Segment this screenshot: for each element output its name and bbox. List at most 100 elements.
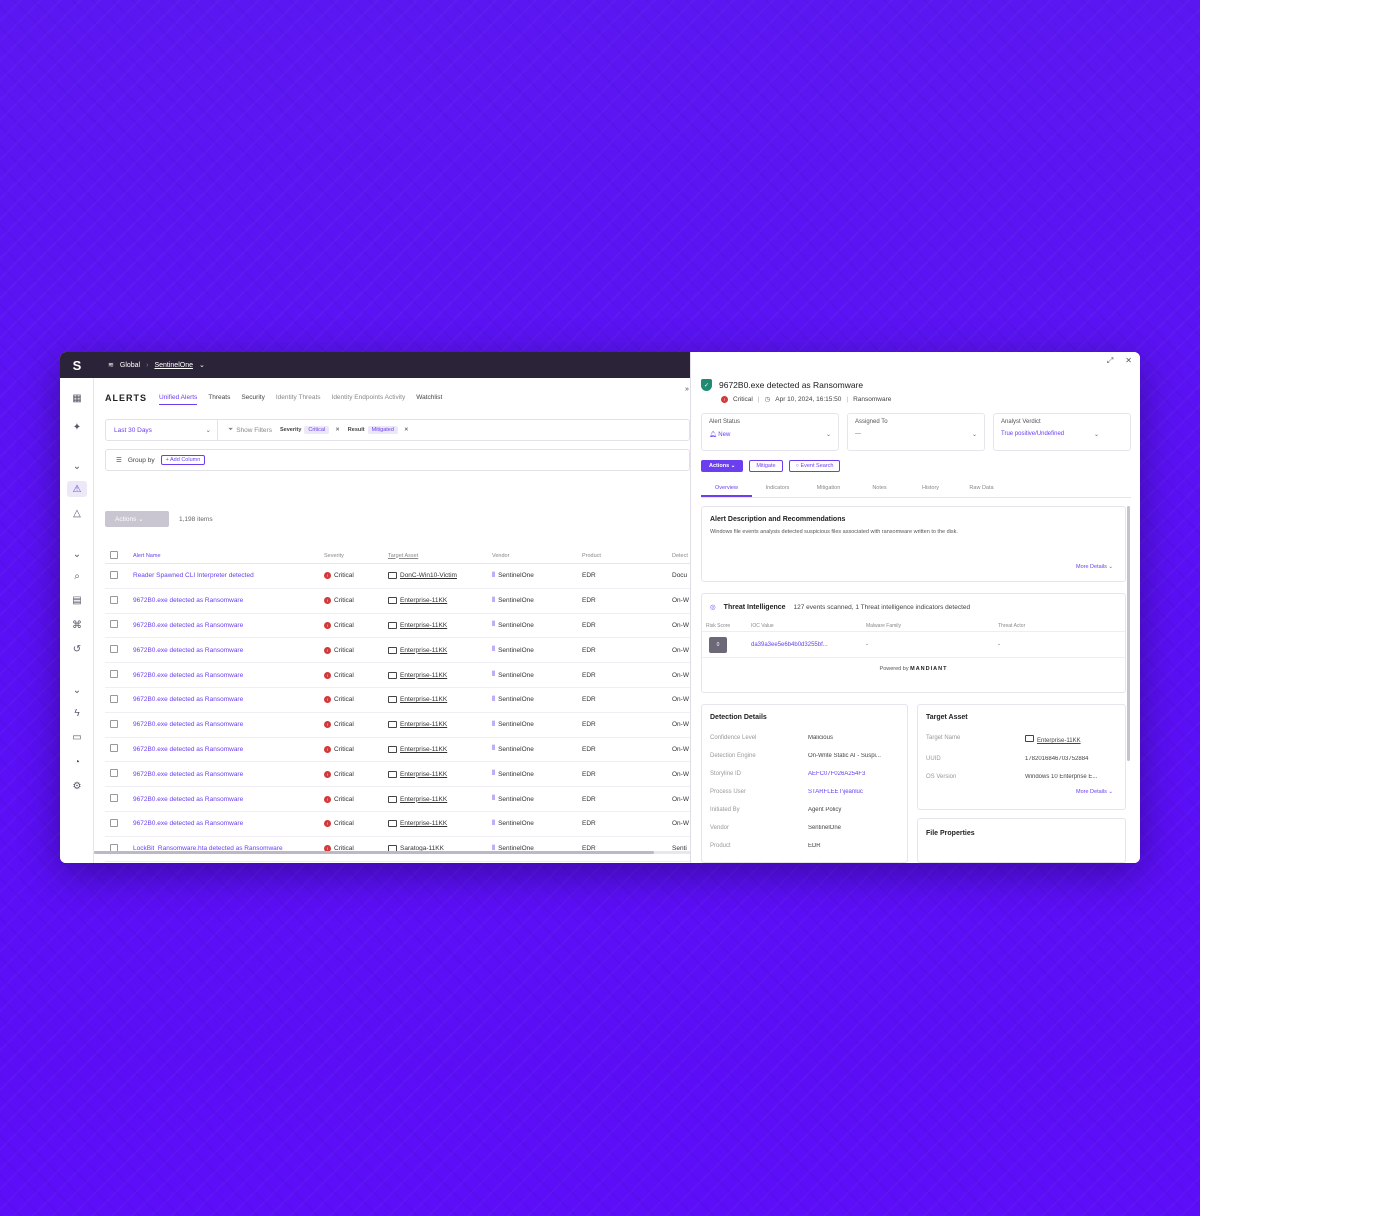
target-asset-cell[interactable]: Enterprise-11KK bbox=[388, 745, 492, 753]
table-row[interactable]: Reader Spawned CLI Interpreter detected!… bbox=[105, 564, 690, 589]
tab-threats[interactable]: Threats bbox=[208, 394, 230, 405]
row-checkbox[interactable] bbox=[110, 818, 118, 827]
tab-security[interactable]: Security bbox=[241, 394, 264, 405]
alert-name-link[interactable]: 9672B0.exe detected as Ransomware bbox=[133, 696, 324, 703]
scope-site[interactable]: SentinelOne bbox=[154, 362, 193, 369]
row-checkbox[interactable] bbox=[110, 645, 118, 654]
more-details-link[interactable]: More Details ⌄ bbox=[1076, 564, 1113, 570]
target-asset-cell[interactable]: Enterprise-11KK bbox=[388, 597, 492, 605]
row-checkbox[interactable] bbox=[110, 570, 118, 579]
table-row[interactable]: 9672B0.exe detected as Ransomware!Critic… bbox=[105, 614, 690, 639]
table-row[interactable]: LockBit_Ransomware.hta detected as Ranso… bbox=[105, 837, 690, 862]
tab-unified-alerts[interactable]: Unified Alerts bbox=[159, 394, 198, 405]
column-header[interactable]: Alert Name bbox=[133, 553, 324, 559]
alert-status-select[interactable]: Alert Status 🔔︎ New ⌄ bbox=[701, 413, 839, 451]
detail-value[interactable]: STARFLEET\jeanluc bbox=[808, 789, 899, 795]
warning-icon[interactable]: △ bbox=[67, 505, 87, 521]
pie-icon[interactable]: ◔ bbox=[67, 754, 87, 770]
table-row[interactable]: 9672B0.exe detected as Ransomware!Critic… bbox=[105, 738, 690, 763]
expand-icon[interactable]: ⤢ bbox=[1107, 356, 1113, 366]
alert-name-link[interactable]: 9672B0.exe detected as Ransomware bbox=[133, 746, 324, 753]
table-row[interactable]: 9672B0.exe detected as Ransomware!Critic… bbox=[105, 787, 690, 812]
date-range-select[interactable]: Last 30 Days ⌄ bbox=[106, 420, 218, 440]
gear-icon[interactable]: ⚙ bbox=[67, 778, 87, 794]
target-value[interactable]: Enterprise-11KK bbox=[1025, 735, 1117, 744]
show-filters-button[interactable]: Show Filters bbox=[236, 427, 272, 434]
actions-button[interactable]: Actions ⌄ bbox=[105, 511, 169, 527]
table-row[interactable]: 9672B0.exe detected as Ransomware!Critic… bbox=[105, 663, 690, 688]
table-row[interactable]: 9672B0.exe detected as Ransomware!Critic… bbox=[105, 812, 690, 837]
row-checkbox[interactable] bbox=[110, 769, 118, 778]
history-icon[interactable]: ↺ bbox=[67, 641, 87, 657]
table-row[interactable]: 9672B0.exe detected as Ransomware!Critic… bbox=[105, 862, 690, 863]
select-all-checkbox[interactable] bbox=[110, 550, 118, 559]
target-asset-cell[interactable]: Enterprise-11KK bbox=[388, 721, 492, 729]
column-header[interactable]: Target Asset bbox=[388, 553, 492, 559]
alert-name-link[interactable]: 9672B0.exe detected as Ransomware bbox=[133, 672, 324, 679]
close-icon[interactable]: ✕ bbox=[335, 427, 340, 433]
scope-global[interactable]: Global bbox=[120, 362, 140, 369]
table-row[interactable]: 9672B0.exe detected as Ransomware!Critic… bbox=[105, 713, 690, 738]
row-checkbox[interactable] bbox=[110, 620, 118, 629]
graph-icon[interactable]: ⌘ bbox=[67, 617, 87, 633]
chevron-down-icon[interactable]: ⌄ bbox=[67, 682, 87, 698]
target-asset-cell[interactable]: Enterprise-11KK bbox=[388, 646, 492, 654]
mitigate-button[interactable]: Mitigate bbox=[749, 460, 783, 472]
chevron-down-icon[interactable]: ⌄ bbox=[199, 361, 205, 369]
row-checkbox[interactable] bbox=[110, 670, 118, 679]
column-header[interactable]: Detect bbox=[672, 553, 690, 559]
more-details-link[interactable]: More Details ⌄ bbox=[1076, 789, 1113, 795]
panel-scrollbar[interactable] bbox=[1127, 506, 1130, 761]
column-header[interactable]: Severity bbox=[324, 553, 388, 559]
ioc-value[interactable]: da39a3ee5e6b4b0d3255bf... bbox=[751, 642, 866, 648]
sentinelone-logo-icon[interactable]: S bbox=[60, 352, 94, 378]
panel-tab-notes[interactable]: Notes bbox=[854, 485, 905, 497]
panel-tab-history[interactable]: History bbox=[905, 485, 956, 497]
detail-value[interactable]: AEFC07F026A254F3 bbox=[808, 771, 899, 777]
filter-chip[interactable]: Severity Critical ✕ bbox=[280, 426, 340, 434]
assigned-to-select[interactable]: Assigned To --- ⌄ bbox=[847, 413, 985, 451]
panel-tab-raw-data[interactable]: Raw Data bbox=[956, 485, 1007, 497]
close-icon[interactable]: ✕ bbox=[404, 427, 409, 433]
table-row[interactable]: 9672B0.exe detected as Ransomware!Critic… bbox=[105, 762, 690, 788]
row-checkbox[interactable] bbox=[110, 744, 118, 753]
panel-actions-button[interactable]: Actions ⌄ bbox=[701, 460, 744, 472]
alerts-icon[interactable]: ⚠ bbox=[67, 481, 87, 497]
row-checkbox[interactable] bbox=[110, 694, 118, 703]
chevron-down-icon[interactable]: ⌄ bbox=[67, 458, 87, 474]
table-row[interactable]: 9672B0.exe detected as Ransomware!Critic… bbox=[105, 638, 690, 664]
dashboard-icon[interactable]: ▦ bbox=[67, 390, 87, 406]
search-icon[interactable]: ⌕ bbox=[67, 568, 87, 584]
panel-tab-mitigation[interactable]: Mitigation bbox=[803, 485, 854, 497]
alert-name-link[interactable]: 9672B0.exe detected as Ransomware bbox=[133, 597, 324, 604]
horizontal-scrollbar[interactable] bbox=[94, 851, 690, 854]
device-icon[interactable]: ▭ bbox=[67, 729, 87, 745]
row-checkbox[interactable] bbox=[110, 794, 118, 803]
panel-tab-overview[interactable]: Overview bbox=[701, 485, 752, 497]
bolt-icon[interactable]: ϟ bbox=[67, 705, 87, 721]
chevron-down-icon[interactable]: ⌄ bbox=[67, 546, 87, 562]
ai-sparkle-icon[interactable]: ✦ bbox=[67, 419, 87, 435]
panel-tab-indicators[interactable]: Indicators bbox=[752, 485, 803, 497]
add-column-button[interactable]: + Add Column bbox=[160, 455, 206, 465]
tab-identity-threats[interactable]: Identity Threats bbox=[276, 394, 321, 405]
target-asset-cell[interactable]: Enterprise-11KK bbox=[388, 696, 492, 704]
target-asset-cell[interactable]: Enterprise-11KK bbox=[388, 770, 492, 778]
alert-name-link[interactable]: 9672B0.exe detected as Ransomware bbox=[133, 721, 324, 728]
filter-chip[interactable]: Result Mitigated ✕ bbox=[348, 426, 409, 434]
target-asset-cell[interactable]: Enterprise-11KK bbox=[388, 795, 492, 803]
alert-name-link[interactable]: 9672B0.exe detected as Ransomware bbox=[133, 796, 324, 803]
target-asset-cell[interactable]: DonC-Win10-Victim bbox=[388, 572, 492, 580]
alert-name-link[interactable]: 9672B0.exe detected as Ransomware bbox=[133, 622, 324, 629]
tab-identity-endpoints-activity[interactable]: Identity Endpoints Activity bbox=[332, 394, 406, 405]
event-search-button[interactable]: ○ Event Search bbox=[788, 460, 841, 472]
table-row[interactable]: 9672B0.exe detected as Ransomware!Critic… bbox=[105, 589, 690, 614]
tab-watchlist[interactable]: Watchlist bbox=[416, 394, 442, 405]
alert-name-link[interactable]: 9672B0.exe detected as Ransomware bbox=[133, 647, 324, 654]
group-by-label[interactable]: Group by bbox=[128, 457, 155, 464]
row-checkbox[interactable] bbox=[110, 719, 118, 728]
column-header[interactable]: Product bbox=[582, 553, 672, 559]
target-asset-cell[interactable]: Enterprise-11KK bbox=[388, 820, 492, 828]
table-row[interactable]: 9672B0.exe detected as Ransomware!Critic… bbox=[105, 688, 690, 713]
alert-name-link[interactable]: 9672B0.exe detected as Ransomware bbox=[133, 771, 324, 778]
